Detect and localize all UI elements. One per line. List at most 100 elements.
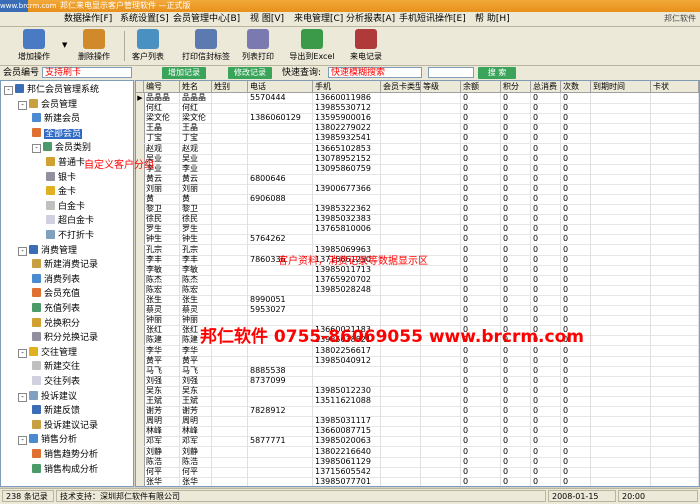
table-cell bbox=[651, 365, 699, 376]
column-header[interactable]: 会员卡类型 bbox=[381, 81, 421, 92]
table-cell: 刘静 bbox=[180, 446, 212, 457]
table-cell bbox=[212, 396, 248, 406]
table-cell: 0 bbox=[561, 416, 591, 427]
tree-item-19[interactable]: 新建交往 bbox=[32, 361, 80, 373]
column-header[interactable]: 姓名 bbox=[180, 81, 212, 92]
column-header[interactable]: 等级 bbox=[421, 81, 461, 92]
menu-help[interactable]: 帮 助[H] bbox=[475, 12, 510, 26]
tree-toggle-icon[interactable]: - bbox=[4, 86, 13, 95]
member-no-input[interactable]: 支持刷卡 bbox=[42, 67, 132, 78]
table-cell: 0 bbox=[461, 224, 501, 235]
search-button[interactable]: 搜 索 bbox=[478, 67, 516, 79]
table-cell: 罗生 bbox=[180, 224, 212, 235]
call-record-button[interactable]: 来电记录 bbox=[338, 29, 394, 63]
tree-item-26[interactable]: 销售构成分析 bbox=[32, 463, 98, 476]
menu-data[interactable]: 数据操作[F] bbox=[64, 12, 112, 26]
table-cell bbox=[651, 173, 699, 184]
tree-toggle-icon[interactable]: - bbox=[18, 436, 27, 446]
menu-settings[interactable]: 系统设置[S] bbox=[120, 12, 169, 26]
column-header[interactable]: 总消费 bbox=[531, 81, 561, 92]
table-cell bbox=[591, 163, 651, 174]
tree-item-18[interactable]: - 交往管理 bbox=[18, 346, 77, 359]
table-row[interactable]: 张华 张华 13985077701 0 0 0 0 bbox=[136, 476, 699, 486]
table-cell: 陈杰 bbox=[180, 274, 212, 285]
table-cell: 刘强 bbox=[180, 375, 212, 386]
delete-button[interactable]: 删除操作 bbox=[66, 29, 122, 63]
excel-export-button[interactable]: 导出到Excel bbox=[284, 29, 340, 63]
consume-list-icon bbox=[32, 273, 41, 283]
tree-item-21[interactable]: - 投诉建议 bbox=[18, 390, 77, 403]
tree-item-20[interactable]: 交往列表 bbox=[32, 376, 80, 388]
tree-item-11[interactable]: - 消费管理 bbox=[18, 244, 77, 257]
menu-view[interactable]: 视 图[V] bbox=[250, 12, 284, 26]
tree-toggle-icon[interactable]: - bbox=[18, 348, 27, 358]
modify-record-button[interactable]: 修改记录 bbox=[228, 67, 272, 79]
tree-item-13[interactable]: 消费列表 bbox=[32, 273, 80, 286]
menu-member-center[interactable]: 会员管理中心[B] bbox=[173, 12, 240, 26]
column-header[interactable]: 余额 bbox=[461, 81, 501, 92]
tree-toggle-icon[interactable]: - bbox=[18, 100, 27, 110]
tree-item-3[interactable]: 全部会员 bbox=[32, 127, 83, 140]
customer-list-button[interactable]: 客户列表 bbox=[120, 29, 176, 63]
tree-item-7[interactable]: 金卡 bbox=[46, 186, 76, 198]
tree-item-4[interactable]: - 会员类别 bbox=[32, 142, 91, 154]
column-header[interactable]: 电话 bbox=[248, 81, 313, 92]
menu-calls[interactable]: 来电管理[C] bbox=[294, 12, 343, 26]
table-cell bbox=[212, 456, 248, 467]
table-cell bbox=[651, 426, 699, 437]
menu-bar: 数据操作[F] 系统设置[S] 会员管理中心[B] 视 图[V] 来电管理[C]… bbox=[0, 12, 700, 27]
column-header[interactable]: 到期时间 bbox=[591, 81, 651, 92]
menu-sms[interactable]: 手机短讯操作[E] bbox=[399, 12, 466, 26]
tree-item-10[interactable]: 不打折卡 bbox=[46, 230, 94, 242]
tree-toggle-icon[interactable]: - bbox=[18, 392, 27, 402]
table-cell bbox=[212, 183, 248, 194]
list-print-button[interactable]: 列表打印 bbox=[230, 29, 286, 63]
table-cell bbox=[381, 396, 421, 406]
customer-list-label: 客户列表 bbox=[132, 52, 164, 61]
table-cell: 0 bbox=[531, 103, 561, 114]
tree-item-8[interactable]: 白金卡 bbox=[46, 200, 85, 213]
table-cell: 0 bbox=[561, 194, 591, 204]
tree-item-25[interactable]: 销售趋势分析 bbox=[32, 449, 98, 461]
tree-item-0[interactable]: - 邦仁会员管理系统 bbox=[4, 84, 99, 96]
quick-search-select[interactable]: 快速模糊搜索 bbox=[328, 67, 422, 78]
tree-item-23[interactable]: 投诉建议记录 bbox=[32, 419, 98, 432]
column-header[interactable]: 卡状 bbox=[651, 81, 699, 92]
menu-reports[interactable]: 分析报表[A] bbox=[346, 12, 395, 26]
tree-item-15[interactable]: 充值列表 bbox=[32, 303, 80, 315]
tree-item-9[interactable]: 超白金卡 bbox=[46, 215, 94, 227]
column-header[interactable]: 次数 bbox=[561, 81, 591, 92]
column-header[interactable]: 积分 bbox=[501, 81, 531, 92]
tree-item-16[interactable]: 兑换积分 bbox=[32, 317, 81, 330]
column-header[interactable]: 编号 bbox=[144, 81, 180, 92]
table-cell: 0 bbox=[531, 133, 561, 144]
table-cell bbox=[651, 224, 699, 235]
column-header[interactable]: 手机 bbox=[313, 81, 381, 92]
tree-toggle-icon[interactable]: - bbox=[18, 246, 27, 256]
add-button[interactable]: 增加操作 bbox=[6, 29, 62, 63]
table-cell bbox=[381, 153, 421, 164]
card-icon bbox=[46, 215, 55, 225]
table-cell bbox=[212, 345, 248, 356]
tree-item-12[interactable]: 新建消费记录 bbox=[32, 259, 98, 271]
tree-item-5[interactable]: 普通卡 bbox=[46, 157, 85, 169]
table-cell bbox=[381, 446, 421, 457]
table-cell bbox=[212, 476, 248, 486]
tree-toggle-icon[interactable]: - bbox=[32, 144, 41, 154]
tree-item-24[interactable]: - 销售分析 bbox=[18, 434, 77, 446]
envelope-print-button[interactable]: 打印信封标签 bbox=[178, 29, 234, 63]
tree-item-label: 兑换积分 bbox=[44, 318, 81, 329]
table-cell: 0 bbox=[461, 436, 501, 447]
column-header[interactable]: 姓别 bbox=[212, 81, 248, 92]
tree-item-6[interactable]: 银卡 bbox=[46, 171, 76, 184]
add-record-button[interactable]: 增加记录 bbox=[162, 67, 206, 79]
search-input[interactable] bbox=[428, 67, 474, 78]
table-cell: 13985322362 bbox=[313, 204, 381, 215]
table-cell: 0 bbox=[561, 204, 591, 215]
tree-item-1[interactable]: - 会员管理 bbox=[18, 98, 77, 111]
tree-item-14[interactable]: 会员充值 bbox=[32, 288, 80, 300]
tree-item-22[interactable]: 新建反馈 bbox=[32, 405, 80, 417]
tree-item-2[interactable]: 新建会员 bbox=[32, 113, 80, 125]
tree-item-17[interactable]: 积分兑换记录 bbox=[32, 332, 98, 344]
table-cell: 0 bbox=[461, 183, 501, 194]
